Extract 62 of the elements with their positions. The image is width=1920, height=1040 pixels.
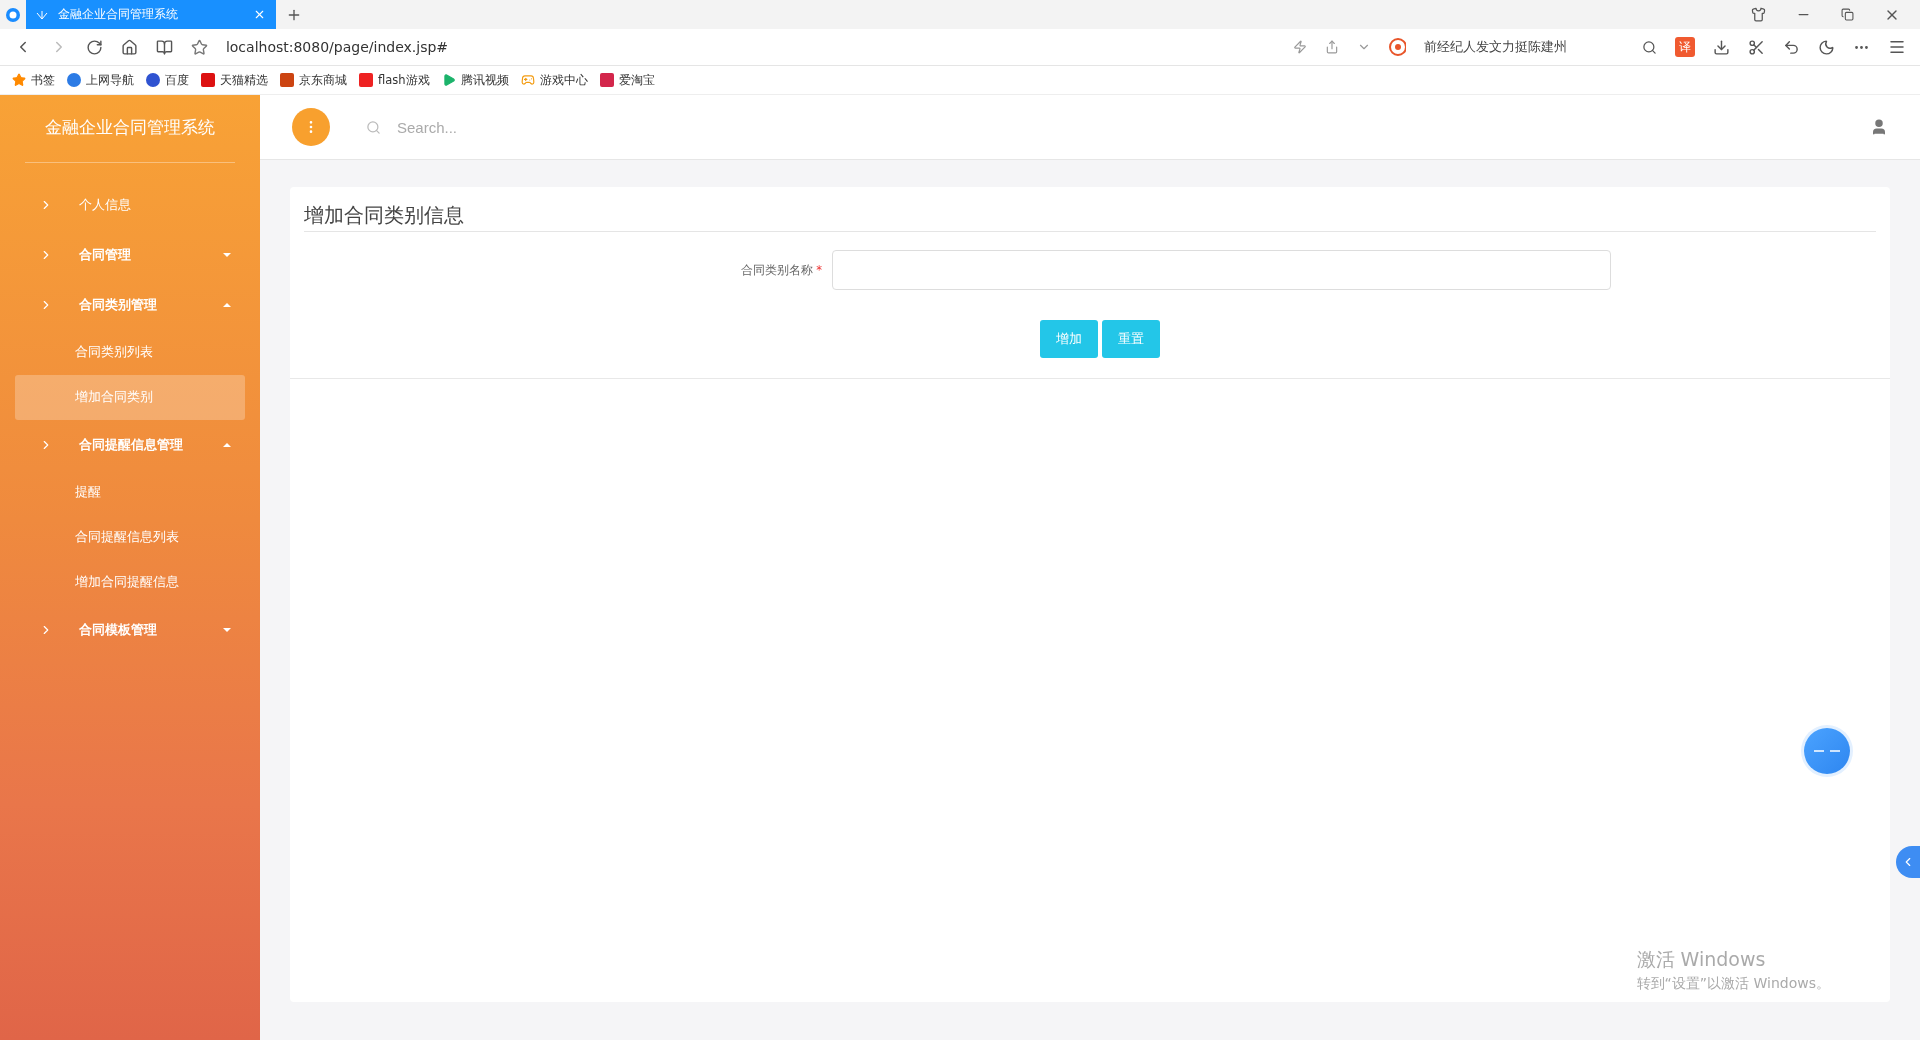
site-icon (67, 73, 81, 87)
reload-icon[interactable] (85, 38, 103, 56)
floating-button[interactable] (1804, 728, 1850, 774)
dashes-icon (1812, 749, 1842, 753)
user-icon[interactable] (1870, 118, 1888, 136)
sidebar-item[interactable]: 合同管理 (15, 230, 245, 280)
sidebar-item[interactable]: 合同提醒信息管理 (15, 420, 245, 470)
field-label: 合同类别名称 * (740, 262, 822, 278)
address-field[interactable]: localhost:8080/page/index.jsp# (225, 39, 1275, 55)
search-icon[interactable] (1642, 39, 1658, 55)
site-icon (146, 73, 160, 87)
search-engine-logo-icon[interactable] (1388, 38, 1407, 56)
form-title: 增加合同类别信息 (304, 202, 1876, 232)
sidebar-subitem[interactable]: 合同提醒信息列表 (15, 515, 245, 560)
search-icon (366, 119, 381, 135)
sidebar-subitem[interactable]: 提醒 (15, 470, 245, 515)
reset-button[interactable]: 重置 (1102, 320, 1160, 358)
sidebar-title: 金融企业合同管理系统 (25, 95, 235, 163)
bookmark-link[interactable]: 游戏中心 (520, 72, 588, 88)
site-logo-icon (359, 73, 373, 87)
site-logo-icon (280, 73, 294, 87)
play-icon (441, 73, 456, 87)
bookmark-star-icon[interactable] (190, 38, 208, 56)
site-logo-icon (599, 73, 614, 87)
sidebar-subitem[interactable]: 增加合同提醒信息 (15, 560, 245, 605)
sidebar-subitem[interactable]: 增加合同类别 (15, 375, 245, 420)
site-logo-icon (201, 73, 215, 87)
bookmark-link[interactable]: 京东商城 (280, 72, 347, 88)
reader-icon[interactable] (155, 38, 173, 56)
moon-icon[interactable] (1818, 38, 1836, 56)
undo-icon[interactable] (1783, 38, 1801, 56)
input-field[interactable] (832, 250, 1611, 290)
bookmark-link[interactable]: flash游戏 (359, 72, 430, 88)
bookmark-link[interactable]: 书签 (12, 72, 55, 88)
menu-icon[interactable] (1888, 38, 1907, 56)
bookmark-link[interactable]: 百度 (146, 72, 189, 88)
gamepad-icon (520, 73, 535, 87)
home-icon[interactable] (120, 38, 138, 56)
sidebar-subitem[interactable]: 合同类别列表 (15, 330, 245, 375)
sidebar-item[interactable]: 合同模板管理 (15, 605, 245, 655)
sidebar-item[interactable]: 个人信息 (15, 180, 245, 230)
browser-tab[interactable]: 金融企业合同管理系统 (26, 0, 276, 29)
download-icon[interactable] (1713, 38, 1731, 56)
search-suggestion-field[interactable]: 前经纪人发文力挺陈建州 (1424, 38, 1625, 56)
bookmark-link[interactable]: 上网导航 (67, 72, 134, 88)
bookmark-link[interactable]: 天猫精选 (201, 72, 268, 88)
browser-logo-icon (5, 6, 21, 23)
activation-title: 激活 Windows (1636, 947, 1767, 972)
translate-button[interactable]: 译 (1675, 37, 1696, 57)
bookmark-link[interactable]: 爱淘宝 (599, 72, 655, 88)
star-icon (12, 73, 26, 87)
share-icon[interactable] (1324, 40, 1339, 54)
bolt-icon[interactable] (1292, 40, 1307, 54)
activation-hint: 转到“设置”以激活 Windows。 (1636, 975, 1830, 993)
scissors-icon[interactable] (1748, 38, 1766, 56)
add-button[interactable]: 增加 (1040, 320, 1098, 358)
skin-icon[interactable] (1751, 7, 1766, 22)
restore-icon[interactable] (1841, 8, 1854, 21)
bookmark-link[interactable]: 腾讯视频 (441, 72, 509, 88)
side-toggle-button[interactable] (1896, 846, 1920, 878)
sidebar-item[interactable]: 合同类别管理 (15, 280, 245, 330)
close-tab-icon[interactable] (253, 8, 266, 21)
